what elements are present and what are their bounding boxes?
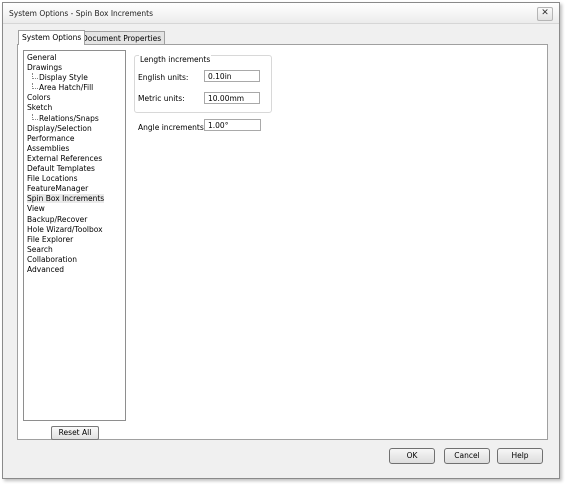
tree-item-label: Backup/Recover [27, 214, 88, 224]
tree-item-label: Performance [27, 133, 75, 143]
tree-item[interactable]: External References [24, 154, 125, 164]
tree-item-label: Colors [27, 93, 51, 103]
tab-system-options[interactable]: System Options [18, 30, 86, 45]
ok-button[interactable]: OK [389, 448, 435, 464]
tree-item-label: Collaboration [27, 254, 77, 264]
tree-item[interactable]: Display/Selection [24, 124, 125, 134]
tree-item[interactable]: File Locations [24, 174, 125, 184]
close-icon: ✕ [541, 8, 549, 18]
reset-all-button[interactable]: Reset All [51, 426, 99, 440]
cancel-button[interactable]: Cancel [444, 448, 490, 464]
metric-units-input[interactable]: 10.00mm [204, 92, 260, 104]
tree-item[interactable]: Search [24, 245, 125, 255]
metric-units-label: Metric units: [138, 94, 185, 103]
tree-item[interactable]: Collaboration [24, 255, 125, 265]
tree-item-label: Area Hatch/Fill [39, 83, 94, 93]
tree-item[interactable]: View [24, 204, 125, 214]
angle-increments-label: Angle increments: [138, 123, 207, 132]
system-options-dialog: System Options - Spin Box Increments ✕ S… [2, 2, 560, 479]
tree-item-label: Default Templates [27, 164, 95, 174]
title-bar: System Options - Spin Box Increments ✕ [3, 3, 559, 24]
length-increments-group: Length increments English units: 0.10in … [134, 55, 272, 113]
close-button[interactable]: ✕ [537, 7, 553, 21]
tree-item-label: Relations/Snaps [39, 113, 99, 123]
tree-item-label: Spin Box Increments [27, 194, 105, 204]
tree-item-label: File Locations [27, 174, 78, 184]
tree-item[interactable]: Area Hatch/Fill [24, 83, 125, 93]
tree-item-label: FeatureManager [27, 184, 89, 194]
english-units-input[interactable]: 0.10in [204, 70, 260, 82]
english-units-label: English units: [138, 73, 189, 82]
tree-item[interactable]: Spin Box Increments [24, 194, 125, 204]
tab-panel: General Drawings Display Style Area Hatch/F… [17, 44, 548, 440]
angle-increments-input[interactable]: 1.00° [204, 119, 261, 131]
window-title: System Options - Spin Box Increments [9, 9, 153, 18]
length-increments-title: Length increments [139, 55, 212, 64]
tree-item[interactable]: Backup/Recover [24, 215, 125, 225]
tab-document-properties[interactable]: Document Properties [78, 31, 166, 45]
help-button[interactable]: Help [497, 448, 543, 464]
options-tree[interactable]: General Drawings Display Style Area Hatch/F… [23, 50, 126, 421]
tree-item-label: Sketch [27, 103, 53, 113]
tree-item-label: Advanced [27, 264, 65, 274]
tree-item[interactable]: Default Templates [24, 164, 125, 174]
tree-item[interactable]: General [24, 53, 125, 63]
tree-item-label: Display/Selection [27, 123, 92, 133]
tree-item[interactable]: Performance [24, 134, 125, 144]
tree-item-label: External References [27, 153, 103, 163]
tree-item[interactable]: Advanced [24, 265, 125, 275]
tree-item[interactable]: Relations/Snaps [24, 113, 125, 124]
tree-item-label: File Explorer [27, 234, 74, 244]
tree-item-label: Drawings [27, 63, 63, 73]
tree-item-label: Assemblies [27, 143, 70, 153]
tree-item[interactable]: Sketch [24, 103, 125, 113]
tree-item[interactable]: Assemblies [24, 144, 125, 154]
tree-item[interactable]: FeatureManager [24, 184, 125, 194]
tree-item-label: Hole Wizard/Toolbox [27, 224, 103, 234]
tree-item[interactable]: Display Style [24, 73, 125, 83]
tree-item[interactable]: Colors [24, 93, 125, 103]
tree-item-label: View [27, 204, 45, 214]
tree-item-label: Display Style [39, 73, 88, 83]
tree-item[interactable]: File Explorer [24, 235, 125, 245]
tree-item-label: Search [27, 244, 53, 254]
tree-item[interactable]: Hole Wizard/Toolbox [24, 225, 125, 235]
tree-item-label: General [27, 53, 57, 62]
tree-item[interactable]: Drawings [24, 63, 125, 73]
